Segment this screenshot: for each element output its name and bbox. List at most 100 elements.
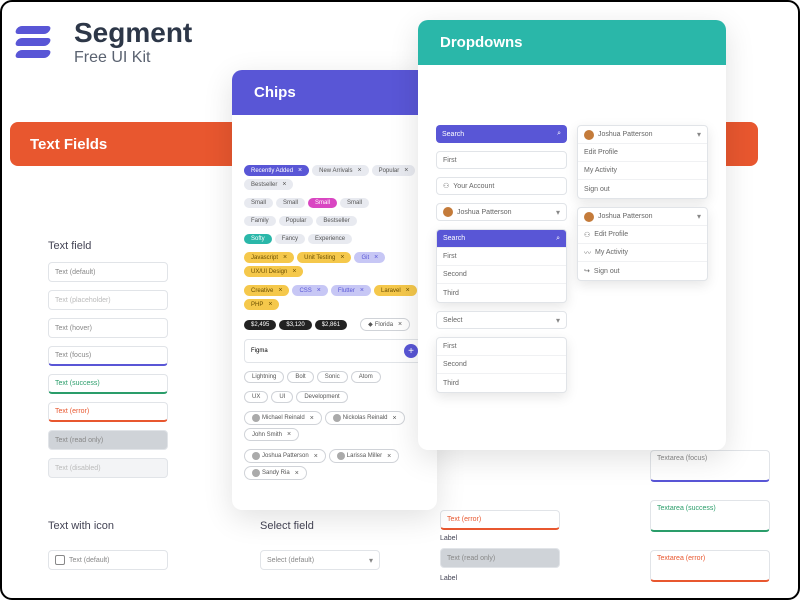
chip-person[interactable]: John Smith <box>244 428 299 441</box>
menu-sign-out[interactable]: Sign out <box>578 180 707 198</box>
signout-icon: ↪ <box>584 267 590 275</box>
textfield-error-lower[interactable]: Text (error) <box>440 510 560 530</box>
chip-softy[interactable]: Softy <box>244 234 272 244</box>
menu-my-activity[interactable]: My Activity <box>578 162 707 180</box>
dropdown-select[interactable]: Select <box>436 311 567 329</box>
chip-price[interactable]: $2,861 <box>315 320 347 330</box>
textarea-focus[interactable]: Textarea (focus) <box>650 450 770 482</box>
avatar <box>584 130 594 140</box>
textfield-error[interactable]: Text (error) <box>48 402 168 422</box>
chip-fancy[interactable]: Fancy <box>275 234 305 244</box>
dropdown-list-open: First Second Third <box>436 337 567 393</box>
chips-panel-header: Chips <box>232 70 437 115</box>
menu-edit-profile[interactable]: ⚇Edit Profile <box>578 226 707 244</box>
chip-tag[interactable]: Atom <box>351 371 381 383</box>
dropdowns-panel: Dropdowns Search ⌕ First ⚇ Your Account … <box>418 20 726 450</box>
chip-small[interactable]: Small <box>308 198 337 208</box>
chip-small[interactable]: Small <box>340 198 369 208</box>
dropdown-user-select[interactable]: Joshua Patterson <box>436 203 567 221</box>
chip-price[interactable]: $3,120 <box>279 320 311 330</box>
chip-js[interactable]: Javascript <box>244 252 294 263</box>
chip-recently-added[interactable]: Recently Added <box>244 165 309 176</box>
avatar <box>443 207 453 217</box>
chevron-down-icon <box>369 556 373 565</box>
chip-tag[interactable]: UI <box>271 391 293 403</box>
textfield-disabled: Text (disabled) <box>48 458 168 478</box>
dropdown-option[interactable]: First <box>437 248 566 266</box>
search-icon: ⌕ <box>557 130 561 138</box>
dropdown-search[interactable]: Search ⌕ <box>436 125 567 143</box>
textarea-success[interactable]: Textarea (success) <box>650 500 770 532</box>
textfield-hover[interactable]: Text (hover) <box>48 318 168 338</box>
search-label: Search <box>442 131 464 138</box>
textfield-success[interactable]: Text (success) <box>48 374 168 394</box>
chip-ux[interactable]: UX/UI Design <box>244 266 303 277</box>
textfield-placeholder[interactable]: Text (placeholder) <box>48 290 168 310</box>
user-icon: ⚇ <box>584 231 590 239</box>
chip-flutter[interactable]: Flutter <box>331 285 371 296</box>
chip-creative[interactable]: Creative <box>244 285 289 296</box>
chip-bestseller[interactable]: Bestseller <box>244 179 293 190</box>
brand-subtitle: Free UI Kit <box>74 49 192 67</box>
textarea-error[interactable]: Textarea (error) <box>650 550 770 582</box>
chip-bestseller[interactable]: Bestseller <box>316 216 356 226</box>
chip-popular[interactable]: Popular <box>372 165 416 176</box>
chip-unit[interactable]: Unit Testing <box>297 252 351 263</box>
select-default[interactable]: Select (default) <box>260 550 380 570</box>
chip-small[interactable]: Small <box>244 198 273 208</box>
chip-git[interactable]: Git <box>354 252 385 263</box>
dropdown-option[interactable]: Third <box>437 374 566 392</box>
text-with-icon-heading: Text with icon <box>48 520 114 532</box>
chip-small[interactable]: Small <box>276 198 305 208</box>
text-field-section: Text field Text (default) Text (placehol… <box>48 240 188 486</box>
chip-css[interactable]: CSS <box>292 285 327 296</box>
chip-tag[interactable]: Development <box>296 391 347 403</box>
chip-person[interactable]: Larissa Miller <box>329 449 399 463</box>
chip-input-text: Figma <box>251 348 268 354</box>
chevron-down-icon <box>697 130 701 139</box>
menu-sign-out[interactable]: ↪Sign out <box>578 262 707 280</box>
chip-person[interactable]: Michael Reinald <box>244 411 322 425</box>
textfield-focus[interactable]: Text (focus) <box>48 346 168 366</box>
chip-tag[interactable]: UX <box>244 391 268 403</box>
chip-experience[interactable]: Experience <box>308 234 352 244</box>
chip-laravel[interactable]: Laravel <box>374 285 417 296</box>
chip-php[interactable]: PHP <box>244 299 279 310</box>
dropdown-account[interactable]: ⚇ Your Account <box>436 177 567 195</box>
field-label: Label <box>440 575 457 582</box>
chip-person[interactable]: Joshua Patterson <box>244 449 326 463</box>
dropdown-option[interactable]: Second <box>437 266 566 284</box>
chip-family[interactable]: Family <box>244 216 276 226</box>
textfield-default[interactable]: Text (default) <box>48 262 168 282</box>
chip-popular[interactable]: Popular <box>279 216 314 226</box>
dropdown-option[interactable]: First <box>436 151 567 169</box>
dropdown-search[interactable]: Search⌕ <box>437 230 566 248</box>
text-field-heading: Text field <box>48 240 188 252</box>
chip-price[interactable]: $2,495 <box>244 320 276 330</box>
account-label: Your Account <box>453 183 494 190</box>
chip-tag[interactable]: Sonic <box>317 371 348 383</box>
select-field-heading: Select field <box>260 520 314 532</box>
dropdown-option[interactable]: Second <box>437 356 566 374</box>
chips-panel: Chips Recently Added New Arrivals Popula… <box>232 70 437 510</box>
textfield-readonly-lower: Text (read only) <box>440 548 560 568</box>
brand-title: Segment <box>74 18 192 49</box>
add-icon[interactable]: + <box>404 344 418 358</box>
user-menu-header[interactable]: Joshua Patterson <box>578 126 707 144</box>
chevron-down-icon <box>556 316 560 325</box>
textfield-icon-default[interactable]: Text (default) <box>48 550 168 570</box>
chip-tag[interactable]: Bolt <box>287 371 313 383</box>
chip-location[interactable]: ◆Florida <box>360 318 410 331</box>
chip-tag[interactable]: Lightning <box>244 371 284 383</box>
chip-new-arrivals[interactable]: New Arrivals <box>312 165 368 176</box>
chevron-down-icon <box>697 212 701 221</box>
chip-person[interactable]: Nickolas Reinald <box>325 411 405 425</box>
dropdown-option[interactable]: First <box>437 338 566 356</box>
chip-person[interactable]: Sandy Ria <box>244 466 307 480</box>
user-menu: Joshua Patterson Edit Profile My Activit… <box>577 125 708 199</box>
chip-input[interactable]: Figma + <box>244 339 425 363</box>
menu-my-activity[interactable]: 〰My Activity <box>578 244 707 262</box>
dropdown-option[interactable]: Third <box>437 284 566 302</box>
menu-edit-profile[interactable]: Edit Profile <box>578 144 707 162</box>
user-menu-header[interactable]: Joshua Patterson <box>578 208 707 226</box>
